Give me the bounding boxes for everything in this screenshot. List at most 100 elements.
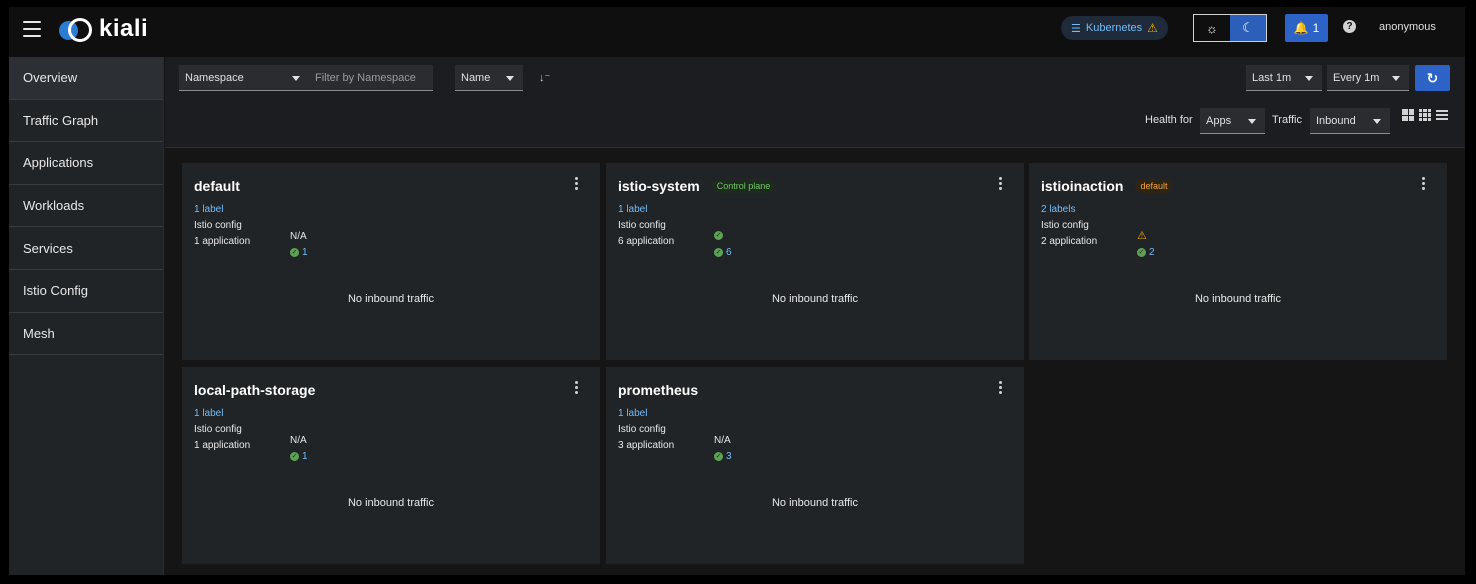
sidebar-item-services[interactable]: Services [9,227,163,270]
time-range-select[interactable]: Last 1m [1246,65,1322,91]
kiali-logo[interactable]: kiali [59,15,149,43]
applications-count: 2 [1149,247,1155,258]
applications-health[interactable]: ✓ 3 [714,451,732,462]
chevron-down-icon [506,76,514,81]
namespace-title[interactable]: default [194,178,240,194]
applications-health[interactable]: ✓ 1 [290,247,308,258]
istio-config-label: Istio config [618,220,666,231]
sidebar-item-mesh[interactable]: Mesh [9,313,163,356]
istio-config-label: Istio config [1041,220,1089,231]
chevron-down-icon [1248,119,1256,124]
applications-health[interactable]: ✓ 6 [714,247,732,258]
traffic-status: No inbound traffic [771,497,859,509]
kebab-menu-icon[interactable] [575,381,578,394]
applications-count: 6 [726,247,732,258]
istio-config-row: Istio config N/A [194,220,307,242]
istio-config-value: N/A [714,435,731,446]
kiali-logo-mark-icon [59,17,95,43]
health-for-value: Apps [1206,114,1232,127]
istio-config-label: Istio config [194,220,242,231]
refresh-icon: ↻ [1426,69,1439,86]
namespace-filter-input[interactable] [315,71,425,84]
labels-link[interactable]: 1 label [618,204,647,215]
help-icon[interactable]: ? [1343,20,1356,33]
notification-count: 1 [1312,21,1320,35]
card-header: local-path-storage [194,382,315,398]
compact-view-icon[interactable] [1419,109,1431,121]
sort-value: Name [461,71,491,84]
masthead: kiali ☰ Kubernetes ⚠ ☼ ☾ 🔔 1 ? anonymous [9,7,1465,57]
kebab-menu-icon[interactable] [999,381,1002,394]
theme-toggle[interactable]: ☼ ☾ [1193,14,1267,42]
namespace-title[interactable]: local-path-storage [194,382,315,398]
cluster-badge[interactable]: ☰ Kubernetes ⚠ [1061,16,1168,40]
namespace-card-default: default 1 label Istio config N/A 1 appli… [182,163,600,360]
check-circle-icon: ✓ [714,231,723,240]
filter-input-wrapper [309,65,433,91]
app-window: kiali ☰ Kubernetes ⚠ ☼ ☾ 🔔 1 ? anonymous… [9,7,1465,575]
sidebar-item-traffic-graph[interactable]: Traffic Graph [9,100,163,143]
applications-row: 3 application ✓ 3 [618,440,732,462]
check-circle-icon: ✓ [1137,248,1146,257]
user-menu[interactable]: anonymous [1379,21,1436,33]
card-header: istio-system Control plane [618,178,776,194]
kebab-menu-icon[interactable] [999,177,1002,190]
applications-label: 6 application [618,236,675,247]
namespace-card-istioinaction: istioinaction default 2 labels Istio con… [1029,163,1447,360]
sidebar-item-applications[interactable]: Applications [9,142,163,185]
check-circle-icon: ✓ [290,248,299,257]
sort-select[interactable]: Name [455,65,523,91]
namespace-title[interactable]: istioinaction [1041,178,1123,194]
istio-config-row: Istio config ⚠ [1041,220,1147,242]
traffic-status: No inbound traffic [347,293,435,305]
expand-view-icon[interactable] [1402,109,1414,121]
hamburger-menu-icon[interactable] [23,21,41,37]
applications-label: 2 application [1041,236,1098,247]
traffic-direction-select[interactable]: Inbound [1310,108,1390,134]
applications-count: 1 [302,247,308,258]
sort-alpha-icon[interactable]: ↓⁻ [539,71,550,84]
list-icon: ☰ [1071,22,1081,35]
applications-count: 3 [726,451,732,462]
traffic-status: No inbound traffic [771,293,859,305]
logo-text: kiali [99,15,149,42]
chevron-down-icon [292,76,300,81]
istio-config-row: Istio config N/A [618,424,731,446]
sidebar-item-overview[interactable]: Overview [9,57,163,100]
namespace-title[interactable]: istio-system [618,178,700,194]
istio-config-value[interactable]: ✓ [714,231,723,240]
istio-config-label: Istio config [618,424,666,435]
kebab-menu-icon[interactable] [575,177,578,190]
istio-config-row: Istio config ✓ [618,220,723,240]
refresh-interval-select[interactable]: Every 1m [1327,65,1409,91]
applications-health[interactable]: ✓ 2 [1137,247,1155,258]
bell-icon: 🔔 [1293,21,1309,35]
warning-icon: ⚠ [1147,21,1158,35]
istio-config-value[interactable]: ⚠ [1137,231,1147,242]
moon-icon[interactable]: ☾ [1230,15,1266,41]
check-circle-icon: ✓ [714,452,723,461]
labels-link[interactable]: 1 label [618,408,647,419]
applications-health[interactable]: ✓ 1 [290,451,308,462]
filter-type-select[interactable]: Namespace [179,65,309,91]
chevron-down-icon [1392,76,1400,81]
refresh-button[interactable]: ↻ [1415,65,1450,91]
health-for-select[interactable]: Apps [1200,108,1265,134]
list-view-icon[interactable] [1436,109,1448,121]
istio-config-row: Istio config N/A [194,424,307,446]
sidebar-item-workloads[interactable]: Workloads [9,185,163,228]
labels-link[interactable]: 1 label [194,204,223,215]
istio-config-value: N/A [290,231,307,242]
sun-icon[interactable]: ☼ [1194,15,1230,41]
sidebar-item-istio-config[interactable]: Istio Config [9,270,163,313]
card-header: prometheus [618,382,698,398]
traffic-status: No inbound traffic [347,497,435,509]
overview-toolbar: Namespace Name ↓⁻ Last 1m Every 1m ↻ Hea… [165,57,1465,148]
namespace-title[interactable]: prometheus [618,382,698,398]
kebab-menu-icon[interactable] [1422,177,1425,190]
namespace-card-local-path-storage: local-path-storage 1 label Istio config … [182,367,600,564]
labels-link[interactable]: 2 labels [1041,204,1075,215]
notifications-button[interactable]: 🔔 1 [1285,14,1328,42]
labels-link[interactable]: 1 label [194,408,223,419]
chevron-down-icon [1373,119,1381,124]
